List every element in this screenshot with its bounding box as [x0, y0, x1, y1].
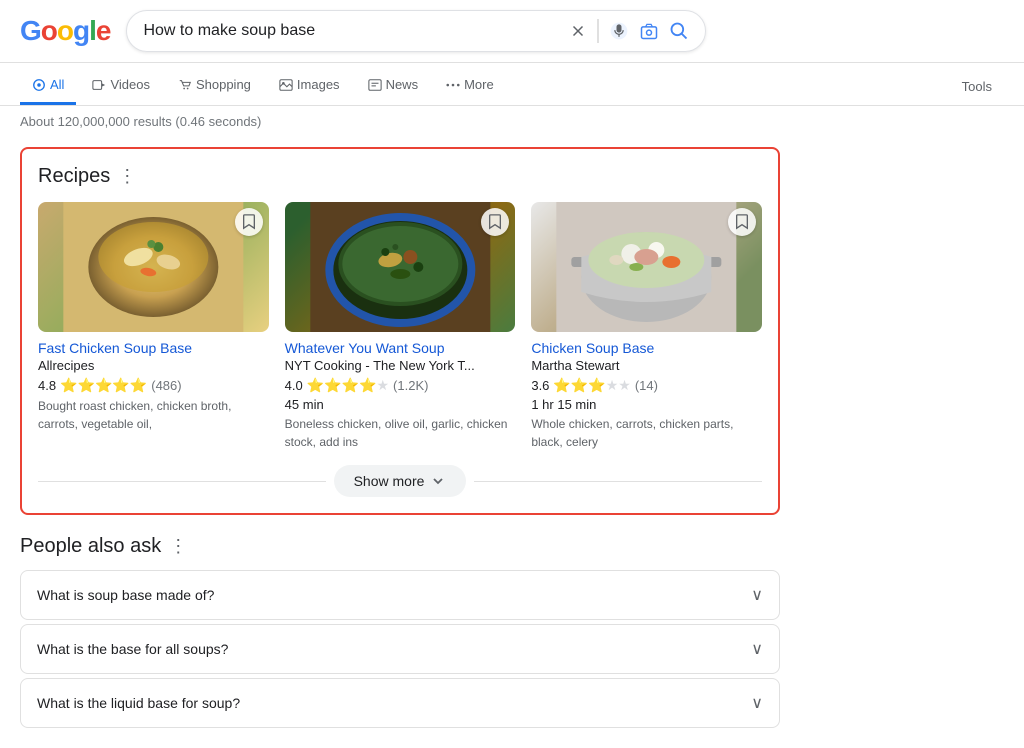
show-more-line-right: [474, 481, 762, 482]
recipe-ingredients-3: Whole chicken, carrots, chicken parts, b…: [531, 415, 762, 451]
search-bar: [126, 10, 706, 52]
header: Google: [0, 0, 1024, 63]
videos-icon: [92, 78, 106, 92]
results-info: About 120,000,000 results (0.46 seconds): [0, 106, 1024, 137]
rating-count-2: (1.2K): [393, 378, 428, 393]
rating-value-2: 4.0: [285, 378, 303, 393]
nav-item-shopping[interactable]: Shopping: [166, 67, 263, 105]
microphone-icon[interactable]: [609, 21, 629, 41]
nav-tools-button[interactable]: Tools: [950, 69, 1004, 104]
search-input[interactable]: [143, 22, 561, 40]
more-dots-icon: [446, 78, 460, 92]
paa-title: People also ask: [20, 535, 161, 558]
paa-question-text-1: What is soup base made of?: [37, 587, 214, 603]
recipe-card-2[interactable]: Whatever You Want Soup NYT Cooking - The…: [285, 202, 516, 451]
bookmark-icon-3[interactable]: [728, 208, 756, 236]
news-icon: [368, 78, 382, 92]
recipe-rating-3: 3.6 ⭐⭐⭐★★ (14): [531, 377, 762, 394]
recipe-source-3: Martha Stewart: [531, 358, 762, 373]
recipe-source-2: NYT Cooking - The New York T...: [285, 358, 516, 373]
recipes-menu-icon[interactable]: ⋮: [118, 166, 136, 187]
nav-bar: All Videos Shopping Images News More Too…: [0, 63, 1024, 106]
bookmark-icon-1[interactable]: [235, 208, 263, 236]
nav-item-news[interactable]: News: [356, 67, 431, 105]
nav-label-more: More: [464, 77, 494, 92]
stars-1: ⭐⭐⭐⭐⭐: [60, 377, 147, 394]
show-more-area: Show more: [38, 465, 762, 497]
recipe-ingredients-2: Boneless chicken, olive oil, garlic, chi…: [285, 415, 516, 451]
paa-item-1[interactable]: What is soup base made of? ∨: [20, 570, 780, 620]
recipe-time-2: 45 min: [285, 397, 516, 412]
rating-count-1: (486): [151, 378, 181, 393]
recipe-name-2[interactable]: Whatever You Want Soup: [285, 340, 516, 356]
images-icon: [279, 78, 293, 92]
paa-header: People also ask ⋮: [20, 535, 780, 558]
show-more-button[interactable]: Show more: [334, 465, 467, 497]
nav-label-news: News: [386, 77, 419, 92]
nav-label-images: Images: [297, 77, 340, 92]
recipe-name-1[interactable]: Fast Chicken Soup Base: [38, 340, 269, 356]
show-more-label: Show more: [354, 473, 425, 489]
clear-icon[interactable]: [569, 22, 587, 40]
recipe-rating-1: 4.8 ⭐⭐⭐⭐⭐ (486): [38, 377, 269, 394]
recipes-title: Recipes: [38, 165, 110, 188]
rating-count-3: (14): [635, 378, 658, 393]
nav-label-videos: Videos: [110, 77, 150, 92]
chevron-icon-2: ∨: [751, 639, 763, 659]
main-content: Recipes ⋮: [0, 137, 800, 748]
paa-question-2[interactable]: What is the base for all soups? ∨: [21, 625, 779, 673]
paa-question-3[interactable]: What is the liquid base for soup? ∨: [21, 679, 779, 727]
chevron-icon-1: ∨: [751, 585, 763, 605]
recipe-time-3: 1 hr 15 min: [531, 397, 762, 412]
stars-3: ⭐⭐⭐★★: [553, 377, 630, 394]
all-icon: [32, 78, 46, 92]
recipe-image-container-2: [285, 202, 516, 332]
stars-2: ⭐⭐⭐⭐★: [307, 377, 389, 394]
recipes-card: Recipes ⋮: [20, 147, 780, 515]
shopping-icon: [178, 78, 192, 92]
google-logo: Google: [20, 15, 110, 47]
recipe-card-1[interactable]: Fast Chicken Soup Base Allrecipes 4.8 ⭐⭐…: [38, 202, 269, 451]
rating-value-1: 4.8: [38, 378, 56, 393]
paa-question-1[interactable]: What is soup base made of? ∨: [21, 571, 779, 619]
recipes-header: Recipes ⋮: [38, 165, 762, 188]
paa-item-3[interactable]: What is the liquid base for soup? ∨: [20, 678, 780, 728]
chevron-down-icon: [430, 473, 446, 489]
people-also-ask-section: People also ask ⋮ What is soup base made…: [20, 535, 780, 728]
recipe-rating-2: 4.0 ⭐⭐⭐⭐★ (1.2K): [285, 377, 516, 394]
paa-menu-icon[interactable]: ⋮: [169, 536, 187, 557]
recipe-name-3[interactable]: Chicken Soup Base: [531, 340, 762, 356]
recipe-image-container-3: [531, 202, 762, 332]
rating-value-3: 3.6: [531, 378, 549, 393]
camera-icon[interactable]: [639, 21, 659, 41]
paa-question-text-3: What is the liquid base for soup?: [37, 695, 240, 711]
recipe-card-3[interactable]: Chicken Soup Base Martha Stewart 3.6 ⭐⭐⭐…: [531, 202, 762, 451]
nav-item-all[interactable]: All: [20, 67, 76, 105]
chevron-icon-3: ∨: [751, 693, 763, 713]
recipe-source-1: Allrecipes: [38, 358, 269, 373]
recipe-ingredients-1: Bought roast chicken, chicken broth, car…: [38, 397, 269, 433]
show-more-line-left: [38, 481, 326, 482]
search-icon-area: [569, 19, 689, 43]
paa-item-2[interactable]: What is the base for all soups? ∨: [20, 624, 780, 674]
recipe-image-container-1: [38, 202, 269, 332]
nav-label-shopping: Shopping: [196, 77, 251, 92]
nav-item-videos[interactable]: Videos: [80, 67, 162, 105]
nav-item-images[interactable]: Images: [267, 67, 352, 105]
paa-question-text-2: What is the base for all soups?: [37, 641, 228, 657]
divider-icon: [597, 19, 599, 43]
search-submit-icon[interactable]: [669, 21, 689, 41]
nav-item-more[interactable]: More: [434, 67, 506, 105]
nav-label-all: All: [50, 77, 64, 92]
recipes-grid: Fast Chicken Soup Base Allrecipes 4.8 ⭐⭐…: [38, 202, 762, 451]
